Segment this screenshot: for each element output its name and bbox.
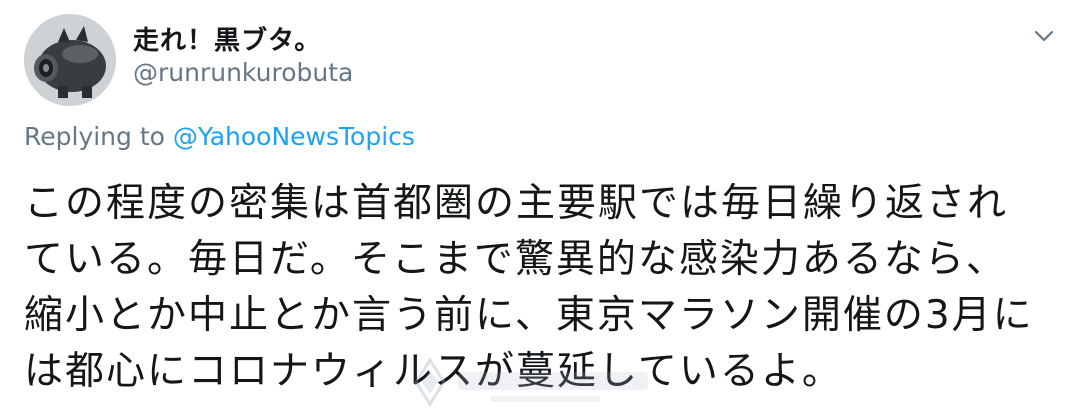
tweet-card: 走れ！黒ブタ。 @runrunkurobuta Replying to @Yah… [0,0,1080,420]
display-name[interactable]: 走れ！黒ブタ。 [133,20,321,57]
user-handle[interactable]: @runrunkurobuta [133,58,353,87]
mention-link[interactable]: @YahooNewsTopics [173,122,415,151]
tweet-text-line: この程度の密集は首都圏の主要駅では毎日繰り返され [24,181,1009,226]
pig-avatar-icon [24,14,116,106]
replying-to: Replying to @YahooNewsTopics [24,122,415,151]
watermark-logo [410,352,670,412]
avatar[interactable] [24,14,116,106]
replying-to-label: Replying to [24,122,173,151]
chevron-down-icon[interactable] [1026,18,1062,54]
tweet-text-line: ている。毎日だ。そこまで驚異的な感染力あるなら、 [24,237,1007,282]
tweet-text-line: 縮小とか中止とか言う前に、東京マラソン開催の3月に [24,293,1034,338]
